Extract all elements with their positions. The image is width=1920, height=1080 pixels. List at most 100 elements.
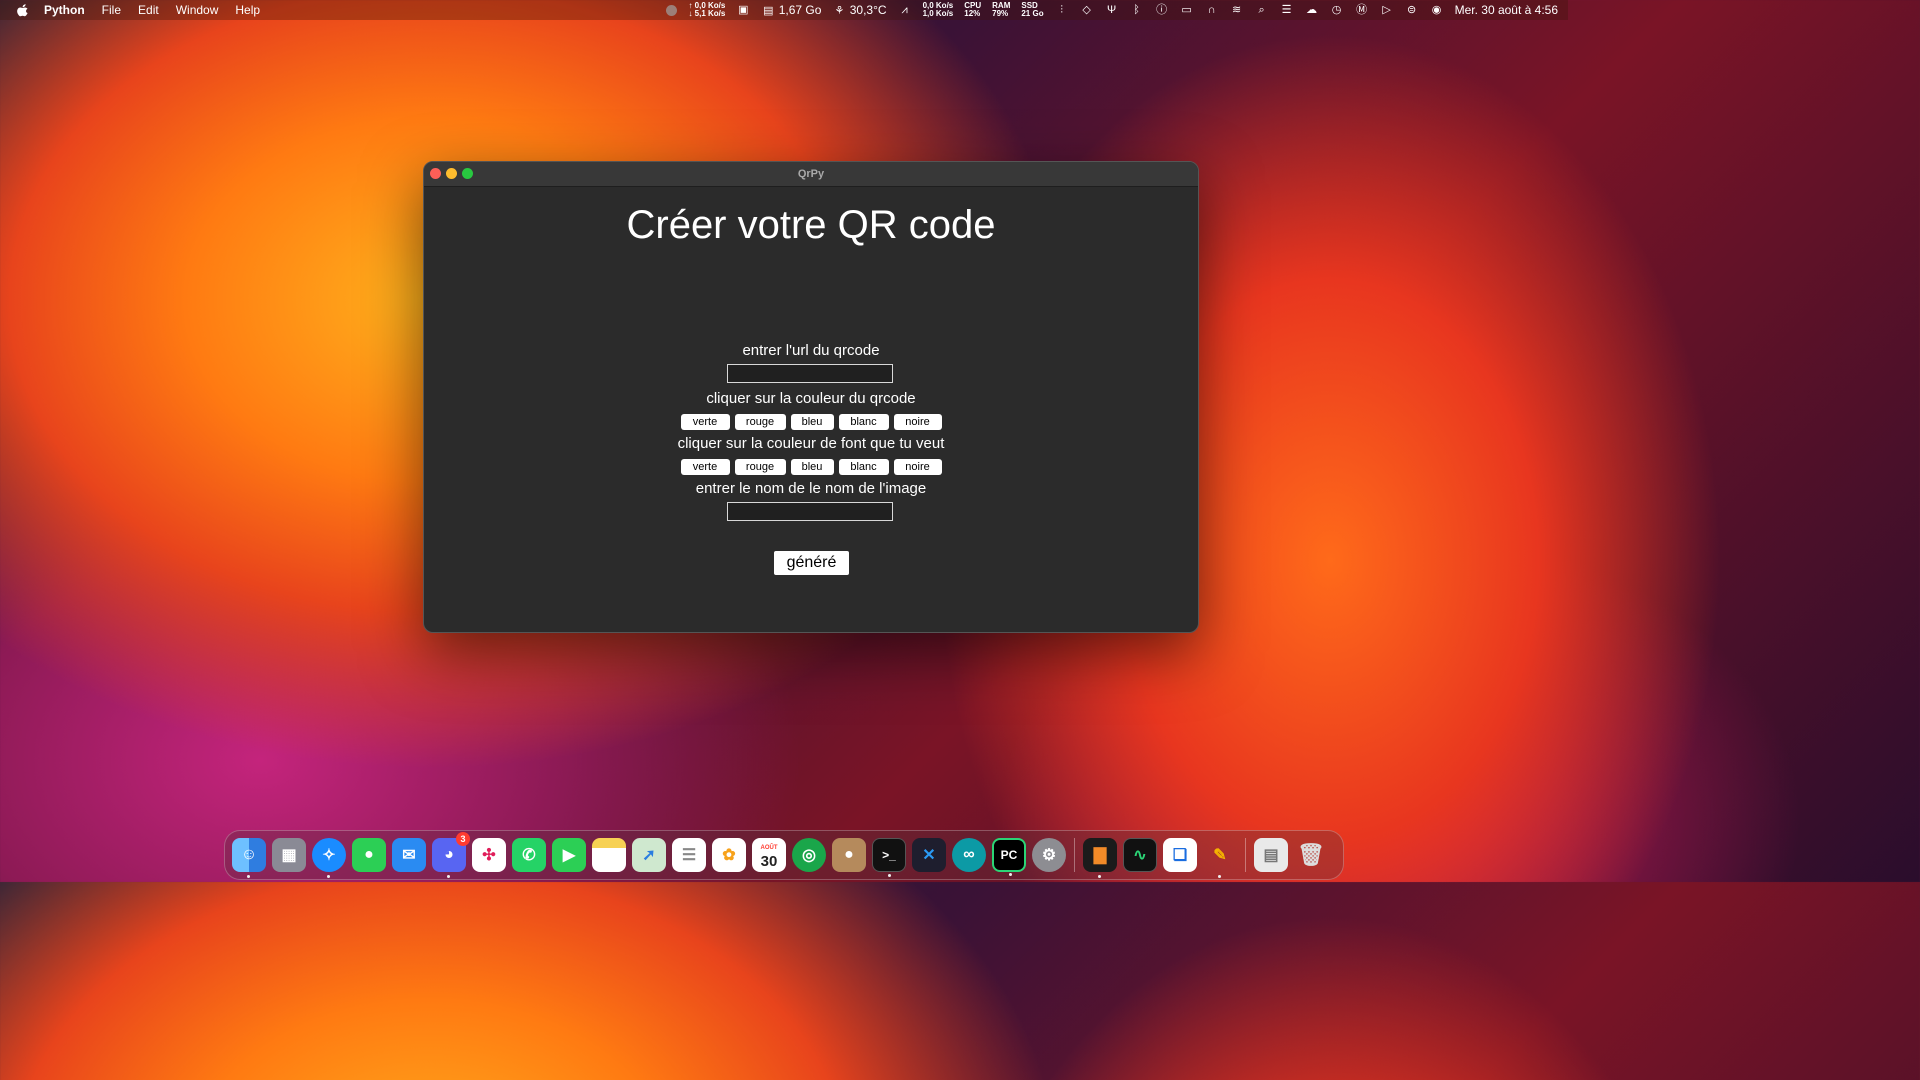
minimize-button[interactable] <box>446 168 457 179</box>
terminal-icon[interactable]: >_ <box>872 838 906 877</box>
bluetooth-icon[interactable]: ᛒ <box>1130 4 1144 16</box>
page-title: Créer votre QR code <box>626 203 996 247</box>
trash-icon[interactable]: 🗑 <box>1294 838 1328 872</box>
discord-icon[interactable]: ◕ 3 <box>432 832 470 878</box>
signal-bars-icon[interactable]: ⫶ <box>1055 4 1069 16</box>
apple-icon[interactable] <box>16 3 30 17</box>
maps-icon[interactable]: ➚ <box>632 838 666 872</box>
bg-color-buttons: verte rouge bleu blanc noire <box>424 459 1198 475</box>
ram-stat[interactable]: RAM 79% <box>992 2 1010 18</box>
photos-icon[interactable]: ✿ <box>712 838 746 872</box>
notes-list-icon[interactable]: ☰ <box>1280 4 1294 16</box>
qr-color-label: cliquer sur la couleur du qrcode <box>706 390 916 407</box>
bg-color-bleu-button[interactable]: bleu <box>790 459 834 475</box>
bg-color-noire-button[interactable]: noire <box>893 459 942 475</box>
control-center-icon[interactable]: ⊜ <box>1405 4 1419 16</box>
play-circle-icon[interactable]: ▷ <box>1380 4 1394 16</box>
qr-color-rouge-button[interactable]: rouge <box>734 414 786 430</box>
messages-icon[interactable]: ● <box>352 838 386 872</box>
equalizer-icon[interactable]: ▇ <box>1083 838 1117 878</box>
qr-color-bleu-button[interactable]: bleu <box>790 414 834 430</box>
window-controls <box>430 168 473 179</box>
ram-value: 79% <box>992 9 1009 18</box>
qr-color-buttons: verte rouge bleu blanc noire <box>424 414 1198 430</box>
cpu-value: 12% <box>964 9 981 18</box>
record-status-icon[interactable] <box>666 4 678 16</box>
mail-icon[interactable]: ✉ <box>392 838 426 872</box>
slack-icon[interactable]: ✣ <box>472 838 506 872</box>
find-my-icon[interactable]: ◎ <box>792 838 826 872</box>
url-input[interactable] <box>727 364 893 383</box>
temperature-text: 30,3°C <box>849 3 887 17</box>
menu-app-name[interactable]: Python <box>44 3 85 17</box>
python-rocket-icon[interactable]: ✎ <box>1203 838 1237 878</box>
url-label: entrer l'url du qrcode <box>742 342 880 359</box>
python-launcher-icon[interactable]: ❏ <box>1163 838 1197 872</box>
m-circle-icon[interactable]: Ⓜ <box>1355 4 1369 16</box>
wifi-icon[interactable]: ≋ <box>1230 4 1244 16</box>
zoom-button[interactable] <box>462 168 473 179</box>
generate-button[interactable]: généré <box>774 551 849 575</box>
dock-separator <box>1074 838 1075 872</box>
menu-bar: Python File Edit Window Help ↑ 0,0 Ko/s … <box>0 0 1568 20</box>
calendar-day: 30 <box>760 853 778 870</box>
headphones-icon[interactable]: ∩ <box>1205 4 1219 16</box>
search-icon[interactable]: ⌕ <box>1255 4 1269 16</box>
timer-icon[interactable]: ◷ <box>1330 4 1344 16</box>
reminders-icon[interactable]: ☰ <box>672 838 706 872</box>
window-titlebar[interactable]: QrPy <box>424 162 1198 187</box>
diamond-icon[interactable]: ◇ <box>1080 4 1094 16</box>
downloads-folder-icon[interactable]: ▤ <box>1254 838 1288 872</box>
finder-icon[interactable]: ☺ <box>232 838 266 878</box>
system-settings-icon[interactable]: ⚙ <box>1032 838 1066 872</box>
safari-icon[interactable]: ✧ <box>312 838 346 878</box>
disk-write-text: 1,0 Ko/s <box>922 9 954 18</box>
temperature-stat[interactable]: ⚘ 30,3°C <box>832 3 886 17</box>
thermometer-icon: ⚘ <box>834 5 845 17</box>
image-name-input[interactable] <box>727 502 893 521</box>
contacts-icon[interactable]: ● <box>832 838 866 872</box>
memory-stat[interactable]: ▤ 1,67 Go <box>761 3 821 17</box>
clock[interactable]: Mer. 30 août à 4:56 <box>1455 3 1558 17</box>
memory-icon: ▤ <box>763 5 774 17</box>
notes-icon[interactable] <box>592 838 626 872</box>
discord-badge: 3 <box>456 832 470 846</box>
monitor-icon[interactable]: ▭ <box>1180 4 1194 16</box>
network-speed[interactable]: ↑ 0,0 Ko/s ↓ 5,1 Ko/s <box>688 2 725 18</box>
calendar-icon[interactable]: AOÛT 30 <box>752 838 786 872</box>
dock: ☺ ▦ ✧ ● ✉ ◕ 3 ✣ ✆ ▶ ➚ ☰ ✿ AOÛT 30 ◎ ● >_ … <box>224 830 1344 880</box>
facetime-icon[interactable]: ▶ <box>552 838 586 872</box>
cpu-stat[interactable]: CPU 12% <box>964 2 981 18</box>
ssd-stat[interactable]: SSD 21 Go <box>1021 2 1043 18</box>
siri-icon[interactable]: ◉ <box>1430 4 1444 16</box>
qr-color-noire-button[interactable]: noire <box>893 414 942 430</box>
menu-help[interactable]: Help <box>235 3 260 17</box>
activity-monitor-icon[interactable]: ∿ <box>1123 838 1157 872</box>
close-button[interactable] <box>430 168 441 179</box>
menu-window[interactable]: Window <box>176 3 219 17</box>
bg-color-rouge-button[interactable]: rouge <box>734 459 786 475</box>
activity-graph-icon[interactable]: ⩘ <box>898 4 912 16</box>
qr-color-blanc-button[interactable]: blanc <box>838 414 889 430</box>
pycharm-icon[interactable]: PC <box>992 838 1026 876</box>
bg-color-verte-button[interactable]: verte <box>680 459 730 475</box>
net-down-text: ↓ 5,1 Ko/s <box>688 9 726 18</box>
qr-color-verte-button[interactable]: verte <box>680 414 730 430</box>
memory-text: 1,67 Go <box>778 3 822 17</box>
ssd-value: 21 Go <box>1021 9 1044 18</box>
fork-icon[interactable]: Ψ <box>1105 4 1119 16</box>
disk-speed[interactable]: 0,0 Ko/s 1,0 Ko/s <box>923 2 954 18</box>
display-icon[interactable]: ▣ <box>736 4 750 16</box>
cloud-icon[interactable]: ☁ <box>1305 4 1319 16</box>
info-circle-icon[interactable]: ⓘ <box>1155 4 1169 16</box>
launchpad-icon[interactable]: ▦ <box>272 838 306 872</box>
qrpy-window: QrPy Créer votre QR code entrer l'url du… <box>423 161 1199 633</box>
bg-color-blanc-button[interactable]: blanc <box>838 459 889 475</box>
window-content: Créer votre QR code entrer l'url du qrco… <box>424 187 1198 632</box>
arduino-icon[interactable]: ∞ <box>952 838 986 872</box>
menu-file[interactable]: File <box>102 3 121 17</box>
window-title: QrPy <box>797 168 825 180</box>
whatsapp-icon[interactable]: ✆ <box>512 838 546 872</box>
menu-edit[interactable]: Edit <box>138 3 159 17</box>
vscode-icon[interactable]: ✕ <box>912 838 946 872</box>
